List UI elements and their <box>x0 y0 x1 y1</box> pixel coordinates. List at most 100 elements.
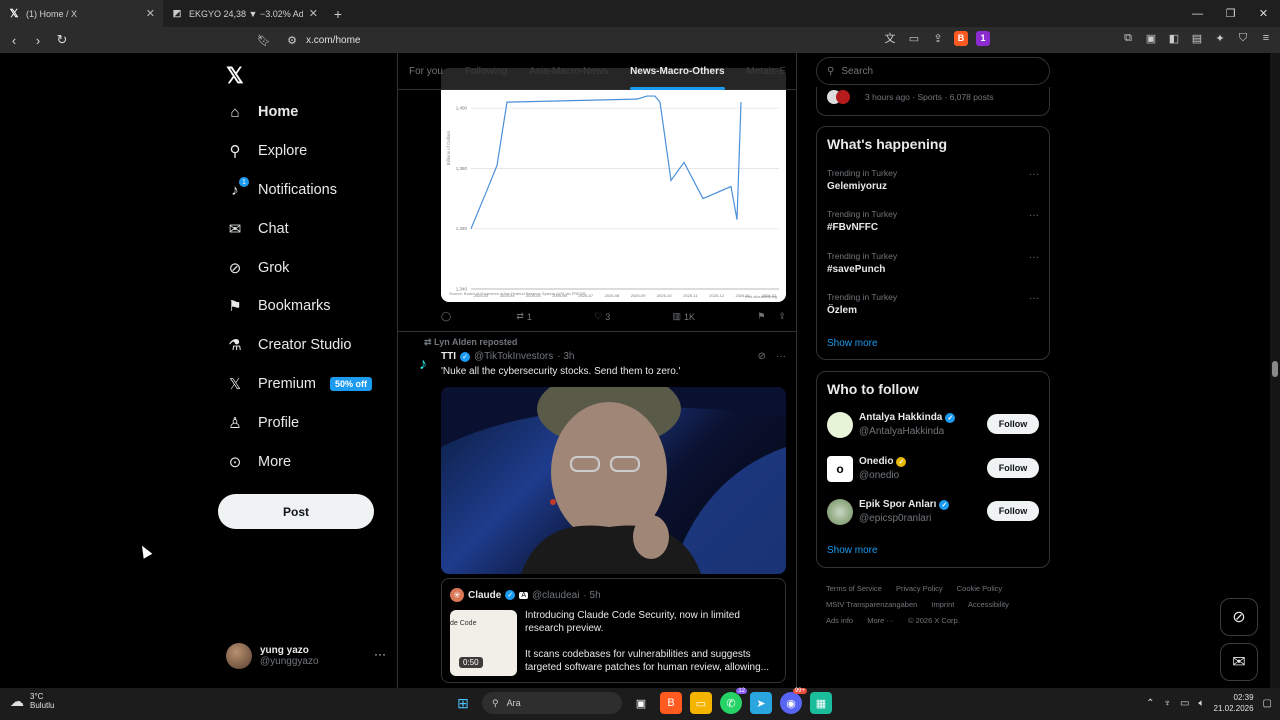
footer-link-imprint[interactable]: Imprint <box>931 600 954 609</box>
close-tab-icon[interactable]: ✕ <box>309 7 318 20</box>
grok-fab[interactable]: ⊘ <box>1220 598 1258 636</box>
follow-suggestion[interactable]: Epik Spor Anları ✓ @epicsp0ranlari Follow <box>827 497 1039 529</box>
more-icon[interactable]: ··· <box>1029 252 1039 263</box>
nav-home[interactable]: ⌂ Home <box>226 103 298 121</box>
post-image[interactable] <box>441 387 786 574</box>
quote-video-thumbnail[interactable]: de Code 0:50 <box>450 610 517 676</box>
messages-fab[interactable]: ✉ <box>1220 643 1258 681</box>
browser-tab-x-home[interactable]: 𝕏 (1) Home / X ✕ <box>0 0 163 27</box>
nav-creator-studio[interactable]: ⚗ Creator Studio <box>226 336 351 354</box>
follow-button[interactable]: Follow <box>987 501 1039 521</box>
tab-following[interactable]: Following <box>454 53 518 90</box>
author-name[interactable]: TTI <box>441 351 456 362</box>
nav-notifications[interactable]: ♪ 1 Notifications <box>226 177 337 199</box>
network-icon[interactable]: ▭ <box>1180 698 1189 709</box>
tab-groups-icon[interactable]: ▣ <box>1143 30 1159 46</box>
follow-button[interactable]: Follow <box>987 414 1039 434</box>
translate-icon[interactable]: 文 <box>882 30 898 46</box>
tab-for-you[interactable]: For you <box>398 53 454 90</box>
post-chart-image[interactable]: Billions of Dollars Source: Board of Gov… <box>441 68 786 302</box>
tab-news-macro-others[interactable]: News-Macro-Others <box>619 53 735 90</box>
footer-link-terms[interactable]: Terms of Service <box>826 584 882 593</box>
tiktok-investors-avatar[interactable]: ♪ <box>413 355 433 375</box>
file-explorer-icon[interactable]: ▭ <box>690 692 712 714</box>
bookmark-icon[interactable]: 🔖︎ <box>256 32 272 48</box>
follow-suggestion[interactable]: Antalya Hakkinda ✓ @AntalyaHakkinda Follo… <box>827 410 1039 442</box>
quote-author-name[interactable]: Claude <box>468 590 501 601</box>
maximize-button[interactable]: ❐ <box>1214 0 1247 27</box>
like-button[interactable]: ♡ 3 <box>594 311 610 322</box>
notifications-icon[interactable]: ▢ <box>1263 698 1272 709</box>
telegram-icon[interactable]: ➤ <box>750 692 772 714</box>
forward-button[interactable]: › <box>28 30 48 50</box>
microphone-icon[interactable]: ♆ <box>1164 698 1172 709</box>
bookmark-button[interactable]: ⚑ ⇪ <box>757 311 786 322</box>
nav-grok[interactable]: ⊘ Grok <box>226 259 290 277</box>
footer-link-mstv[interactable]: MStV Transparenzangaben <box>826 600 917 609</box>
browser-tab-ekgyo[interactable]: ◩ EKGYO 24,38 ▼ −3.02% Adsız ✕ <box>163 0 326 27</box>
app-icon[interactable]: ▦ <box>810 692 832 714</box>
wallet-icon[interactable]: ▤ <box>1189 30 1205 46</box>
quoted-post[interactable]: ✳ Claude ✓ A @claudeai · 5h de Code 0:50… <box>441 578 786 683</box>
nav-chat[interactable]: ✉ Chat <box>226 220 289 238</box>
repost-indicator[interactable]: ⇄ Lyn Alden reposted <box>424 337 517 348</box>
extensions-icon[interactable]: ⧉ <box>1120 30 1136 46</box>
vpn-icon[interactable]: ⛉ <box>1235 30 1251 46</box>
close-tab-icon[interactable]: ✕ <box>146 7 155 20</box>
follow-button[interactable]: Follow <box>987 458 1039 478</box>
trend-item[interactable]: Trending in Turkey #savePunch <box>827 251 1039 275</box>
author-handle[interactable]: @TikTokInvestors <box>474 351 553 362</box>
nav-premium[interactable]: 𝕏 Premium 50% off <box>226 375 373 393</box>
trend-item[interactable]: Trending in Turkey Gelemiyoruz <box>827 168 1039 192</box>
taskbar-search[interactable]: ⚲ Ara <box>482 692 622 714</box>
chevron-up-icon[interactable]: ⌃ <box>1146 698 1154 709</box>
brave-shields-icon[interactable]: B <box>954 30 968 46</box>
site-settings-icon[interactable]: ⚙︎ <box>284 32 300 48</box>
trend-item[interactable]: Trending in Turkey #FBvNFFC <box>827 209 1039 233</box>
nav-more[interactable]: ⊙ More <box>226 453 291 471</box>
footer-link-more[interactable]: More ··· <box>867 616 894 625</box>
repost-button[interactable]: ⇄ 1 <box>516 311 532 322</box>
tab-metals[interactable]: Metals-E <box>736 53 796 90</box>
whatsapp-icon[interactable]: ✆ 12 <box>720 688 747 714</box>
nav-explore[interactable]: ⚲ Explore <box>226 142 308 160</box>
more-icon[interactable]: ··· <box>1029 210 1039 221</box>
close-window-button[interactable]: ✕ <box>1247 0 1280 27</box>
menu-icon[interactable]: ≡ <box>1258 30 1274 46</box>
scrollbar[interactable] <box>1270 53 1280 688</box>
trending-snippet-card[interactable]: 3 hours ago · Sports · 6,078 posts <box>816 87 1050 116</box>
post-button[interactable]: Post <box>218 494 374 529</box>
x-logo-icon[interactable]: 𝕏 <box>226 63 244 89</box>
post-time[interactable]: · 3h <box>557 351 574 362</box>
brave-rewards-icon[interactable]: 1 <box>976 30 990 46</box>
footer-link-accessibility[interactable]: Accessibility <box>968 600 1009 609</box>
more-icon[interactable]: ··· <box>1029 293 1039 304</box>
show-more-follow-link[interactable]: Show more <box>827 545 878 556</box>
footer-link-cookie[interactable]: Cookie Policy <box>957 584 1002 593</box>
views-button[interactable]: ▥ 1K <box>673 311 696 322</box>
quote-author-handle[interactable]: @claudeai <box>532 590 579 601</box>
footer-link-privacy[interactable]: Privacy Policy <box>896 584 943 593</box>
new-tab-button[interactable]: + <box>326 6 350 22</box>
follow-suggestion[interactable]: o Onedio ✓ @onedio Follow <box>827 454 1039 486</box>
cast-icon[interactable]: ▭ <box>906 30 922 46</box>
sidebar-icon[interactable]: ◧ <box>1166 30 1182 46</box>
nav-bookmarks[interactable]: ⚑ Bookmarks <box>226 297 330 315</box>
back-button[interactable]: ‹ <box>4 30 24 50</box>
volume-icon[interactable]: 🔈︎ <box>1199 698 1205 709</box>
brave-browser-icon[interactable]: B <box>660 692 682 714</box>
trend-item[interactable]: Trending in Turkey Özlem <box>827 292 1039 316</box>
nav-profile[interactable]: ♙ Profile <box>226 414 299 432</box>
more-icon[interactable]: ··· <box>374 647 386 661</box>
windows-start-icon[interactable]: ⊞ <box>452 692 474 714</box>
footer-link-ads-info[interactable]: Ads info <box>826 616 853 625</box>
more-icon[interactable]: ··· <box>1029 169 1039 180</box>
scrollbar-thumb[interactable] <box>1272 361 1278 377</box>
leo-ai-icon[interactable]: ✦ <box>1212 30 1228 46</box>
reload-button[interactable]: ↻ <box>52 30 72 50</box>
share-icon[interactable]: ⇪ <box>930 30 946 46</box>
share-icon[interactable]: ⇪ <box>778 311 786 322</box>
grok-icon[interactable]: ⊘ <box>758 351 766 362</box>
search-input[interactable]: ⚲ Search <box>816 57 1050 85</box>
discord-icon[interactable]: ◉ 99+ <box>780 688 807 714</box>
